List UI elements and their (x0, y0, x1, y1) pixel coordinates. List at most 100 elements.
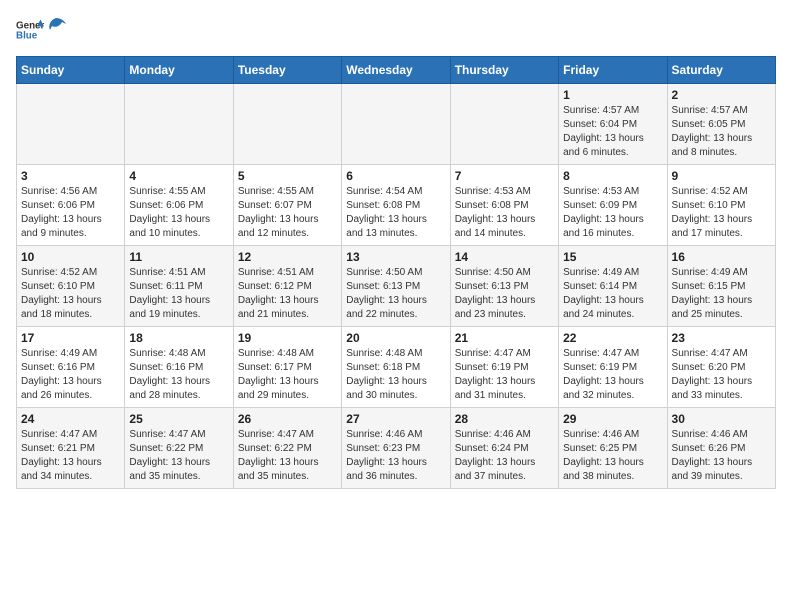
calendar-cell: 27 Sunrise: 4:46 AM Sunset: 6:23 PM Dayli… (342, 408, 450, 489)
day-number: 2 (672, 88, 771, 102)
day-number: 6 (346, 169, 445, 183)
day-number: 11 (129, 250, 228, 264)
calendar-cell: 30 Sunrise: 4:46 AM Sunset: 6:26 PM Dayli… (667, 408, 775, 489)
weekday-header-row: SundayMondayTuesdayWednesdayThursdayFrid… (17, 57, 776, 84)
calendar-cell (450, 84, 558, 165)
day-number: 7 (455, 169, 554, 183)
day-number: 17 (21, 331, 120, 345)
weekday-header-friday: Friday (559, 57, 667, 84)
day-number: 22 (563, 331, 662, 345)
day-number: 9 (672, 169, 771, 183)
calendar-cell: 10 Sunrise: 4:52 AM Sunset: 6:10 PM Dayli… (17, 246, 125, 327)
logo: General Blue (16, 16, 68, 44)
calendar-week-row: 17Sunrise: 4:49 AM Sunset: 6:16 PM Dayli… (17, 327, 776, 408)
weekday-header-thursday: Thursday (450, 57, 558, 84)
day-info: Sunrise: 4:51 AM Sunset: 6:11 PM Dayligh… (129, 266, 228, 322)
day-info: Sunrise: 4:46 AM Sunset: 6:23 PM Dayligh… (346, 428, 445, 484)
day-number: 18 (129, 331, 228, 345)
calendar-cell: 3 Sunrise: 4:56 AM Sunset: 6:06 PM Daylig… (17, 165, 125, 246)
calendar-cell: 7 Sunrise: 4:53 AM Sunset: 6:08 PM Daylig… (450, 165, 558, 246)
day-number: 8 (563, 169, 662, 183)
weekday-header-tuesday: Tuesday (233, 57, 341, 84)
day-info: Sunrise: 4:50 AM Sunset: 6:13 PM Dayligh… (455, 266, 554, 322)
calendar-cell: 13 Sunrise: 4:50 AM Sunset: 6:13 PM Dayli… (342, 246, 450, 327)
day-info: Sunrise: 4:51 AM Sunset: 6:12 PM Dayligh… (238, 266, 337, 322)
day-info: Sunrise: 4:55 AM Sunset: 6:07 PM Dayligh… (238, 185, 337, 241)
calendar-cell: 26 Sunrise: 4:47 AM Sunset: 6:22 PM Dayli… (233, 408, 341, 489)
weekday-header-saturday: Saturday (667, 57, 775, 84)
day-info: Sunrise: 4:53 AM Sunset: 6:08 PM Dayligh… (455, 185, 554, 241)
calendar-cell: 29Sunrise: 4:46 AM Sunset: 6:25 PM Dayli… (559, 408, 667, 489)
calendar-cell: 11 Sunrise: 4:51 AM Sunset: 6:11 PM Dayli… (125, 246, 233, 327)
day-number: 15 (563, 250, 662, 264)
day-number: 3 (21, 169, 120, 183)
calendar-header: SundayMondayTuesdayWednesdayThursdayFrid… (17, 57, 776, 84)
calendar-cell (342, 84, 450, 165)
day-info: Sunrise: 4:50 AM Sunset: 6:13 PM Dayligh… (346, 266, 445, 322)
day-number: 13 (346, 250, 445, 264)
day-info: Sunrise: 4:49 AM Sunset: 6:14 PM Dayligh… (563, 266, 662, 322)
day-info: Sunrise: 4:47 AM Sunset: 6:19 PM Dayligh… (455, 347, 554, 403)
day-info: Sunrise: 4:52 AM Sunset: 6:10 PM Dayligh… (21, 266, 120, 322)
logo-icon: General Blue (16, 16, 44, 44)
day-info: Sunrise: 4:54 AM Sunset: 6:08 PM Dayligh… (346, 185, 445, 241)
day-info: Sunrise: 4:47 AM Sunset: 6:22 PM Dayligh… (238, 428, 337, 484)
calendar-cell: 5 Sunrise: 4:55 AM Sunset: 6:07 PM Daylig… (233, 165, 341, 246)
day-info: Sunrise: 4:56 AM Sunset: 6:06 PM Dayligh… (21, 185, 120, 241)
day-info: Sunrise: 4:46 AM Sunset: 6:24 PM Dayligh… (455, 428, 554, 484)
day-number: 30 (672, 412, 771, 426)
calendar-cell: 16Sunrise: 4:49 AM Sunset: 6:15 PM Dayli… (667, 246, 775, 327)
calendar-cell: 2Sunrise: 4:57 AM Sunset: 6:05 PM Daylig… (667, 84, 775, 165)
day-number: 24 (21, 412, 120, 426)
day-info: Sunrise: 4:49 AM Sunset: 6:15 PM Dayligh… (672, 266, 771, 322)
day-number: 10 (21, 250, 120, 264)
day-info: Sunrise: 4:55 AM Sunset: 6:06 PM Dayligh… (129, 185, 228, 241)
day-number: 27 (346, 412, 445, 426)
calendar-cell (233, 84, 341, 165)
calendar-cell (125, 84, 233, 165)
calendar-week-row: 24 Sunrise: 4:47 AM Sunset: 6:21 PM Dayli… (17, 408, 776, 489)
day-number: 29 (563, 412, 662, 426)
day-info: Sunrise: 4:48 AM Sunset: 6:16 PM Dayligh… (129, 347, 228, 403)
day-number: 28 (455, 412, 554, 426)
calendar-cell: 17Sunrise: 4:49 AM Sunset: 6:16 PM Dayli… (17, 327, 125, 408)
calendar-week-row: 3 Sunrise: 4:56 AM Sunset: 6:06 PM Daylig… (17, 165, 776, 246)
calendar-cell: 12 Sunrise: 4:51 AM Sunset: 6:12 PM Dayli… (233, 246, 341, 327)
weekday-header-wednesday: Wednesday (342, 57, 450, 84)
calendar-cell: 1Sunrise: 4:57 AM Sunset: 6:04 PM Daylig… (559, 84, 667, 165)
page-header: General Blue (16, 16, 776, 44)
day-info: Sunrise: 4:47 AM Sunset: 6:20 PM Dayligh… (672, 347, 771, 403)
calendar-week-row: 10 Sunrise: 4:52 AM Sunset: 6:10 PM Dayli… (17, 246, 776, 327)
day-number: 19 (238, 331, 337, 345)
calendar-cell: 23 Sunrise: 4:47 AM Sunset: 6:20 PM Dayli… (667, 327, 775, 408)
day-number: 26 (238, 412, 337, 426)
calendar-cell: 8 Sunrise: 4:53 AM Sunset: 6:09 PM Daylig… (559, 165, 667, 246)
calendar-cell: 15 Sunrise: 4:49 AM Sunset: 6:14 PM Dayli… (559, 246, 667, 327)
calendar-body: 1Sunrise: 4:57 AM Sunset: 6:04 PM Daylig… (17, 84, 776, 489)
day-number: 5 (238, 169, 337, 183)
day-info: Sunrise: 4:47 AM Sunset: 6:22 PM Dayligh… (129, 428, 228, 484)
day-number: 21 (455, 331, 554, 345)
calendar-cell: 18 Sunrise: 4:48 AM Sunset: 6:16 PM Dayli… (125, 327, 233, 408)
day-info: Sunrise: 4:47 AM Sunset: 6:19 PM Dayligh… (563, 347, 662, 403)
calendar-cell: 4 Sunrise: 4:55 AM Sunset: 6:06 PM Daylig… (125, 165, 233, 246)
calendar-week-row: 1Sunrise: 4:57 AM Sunset: 6:04 PM Daylig… (17, 84, 776, 165)
day-info: Sunrise: 4:48 AM Sunset: 6:17 PM Dayligh… (238, 347, 337, 403)
calendar-cell: 25Sunrise: 4:47 AM Sunset: 6:22 PM Dayli… (125, 408, 233, 489)
day-info: Sunrise: 4:47 AM Sunset: 6:21 PM Dayligh… (21, 428, 120, 484)
logo-bird-icon (44, 14, 68, 38)
day-info: Sunrise: 4:53 AM Sunset: 6:09 PM Dayligh… (563, 185, 662, 241)
calendar-cell: 24 Sunrise: 4:47 AM Sunset: 6:21 PM Dayli… (17, 408, 125, 489)
day-info: Sunrise: 4:46 AM Sunset: 6:26 PM Dayligh… (672, 428, 771, 484)
calendar-cell: 22 Sunrise: 4:47 AM Sunset: 6:19 PM Dayli… (559, 327, 667, 408)
day-number: 23 (672, 331, 771, 345)
weekday-header-monday: Monday (125, 57, 233, 84)
day-number: 14 (455, 250, 554, 264)
calendar-cell: 14 Sunrise: 4:50 AM Sunset: 6:13 PM Dayli… (450, 246, 558, 327)
day-number: 12 (238, 250, 337, 264)
calendar-cell (17, 84, 125, 165)
calendar-cell: 20Sunrise: 4:48 AM Sunset: 6:18 PM Dayli… (342, 327, 450, 408)
day-info: Sunrise: 4:48 AM Sunset: 6:18 PM Dayligh… (346, 347, 445, 403)
day-info: Sunrise: 4:52 AM Sunset: 6:10 PM Dayligh… (672, 185, 771, 241)
day-number: 4 (129, 169, 228, 183)
